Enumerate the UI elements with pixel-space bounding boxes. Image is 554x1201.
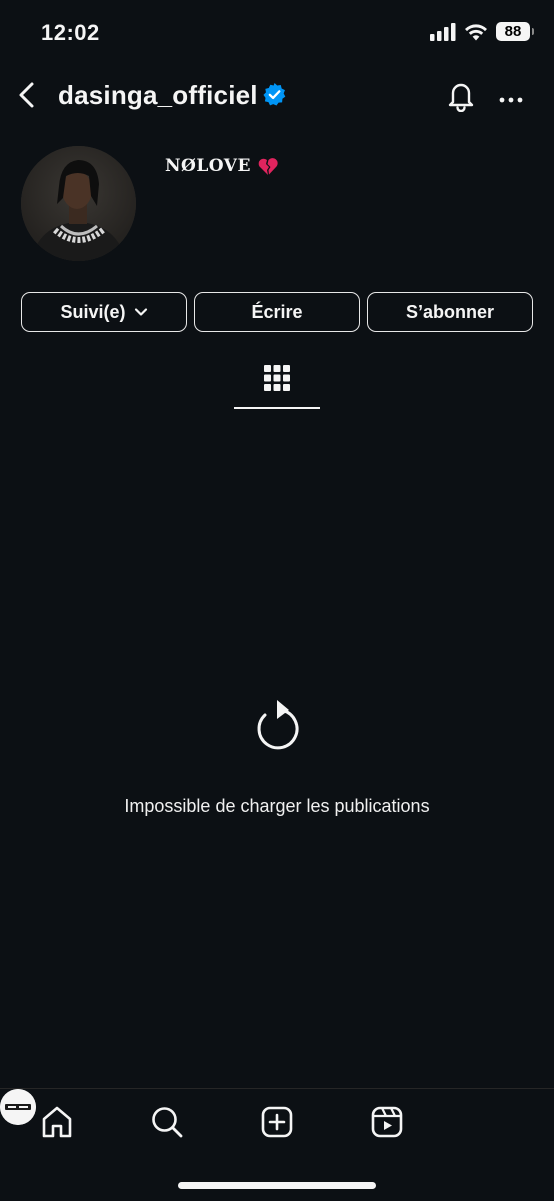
broken-heart-icon [258, 158, 278, 175]
status-time: 12:02 [41, 20, 100, 45]
subscribe-label: S’abonner [405, 301, 494, 322]
avatar-image [21, 146, 136, 261]
wifi-icon [465, 23, 487, 40]
grid-icon[interactable] [264, 365, 290, 391]
bell-icon[interactable] [444, 78, 478, 112]
chevron-down-icon [134, 308, 147, 316]
profile-avatar[interactable] [21, 146, 136, 261]
home-indicator [178, 1182, 376, 1189]
status-bar: 12:02 88 [0, 0, 554, 66]
profile-avatar-small [0, 1089, 36, 1125]
following-button[interactable]: Suivi(e) [21, 292, 187, 332]
back-icon[interactable] [14, 80, 42, 110]
load-error-message: Impossible de charger les publications [124, 796, 430, 816]
create-icon[interactable] [260, 1105, 294, 1139]
message-button[interactable]: Écrire [194, 292, 360, 332]
bio-text: NØLOVE [165, 156, 251, 176]
message-label: Écrire [251, 301, 303, 322]
following-label: Suivi(e) [60, 301, 126, 322]
profile-header: dasinga_officiel [0, 72, 554, 118]
profile-bio: NØLOVE [165, 156, 279, 176]
profile-icon[interactable] [0, 1089, 36, 1125]
subscribe-button[interactable]: S’abonner [367, 292, 533, 332]
more-icon[interactable] [496, 78, 526, 112]
signal-icon [430, 22, 456, 41]
battery-indicator: 88 [496, 22, 534, 41]
reload-icon[interactable] [253, 700, 301, 752]
status-indicators: 88 [430, 22, 534, 41]
search-icon[interactable] [150, 1105, 184, 1139]
profile-username: dasinga_officiel [58, 80, 258, 110]
reels-icon[interactable] [370, 1105, 404, 1139]
home-icon[interactable] [40, 1105, 74, 1139]
verified-badge-icon [263, 83, 286, 106]
tab-active-indicator [234, 407, 320, 409]
